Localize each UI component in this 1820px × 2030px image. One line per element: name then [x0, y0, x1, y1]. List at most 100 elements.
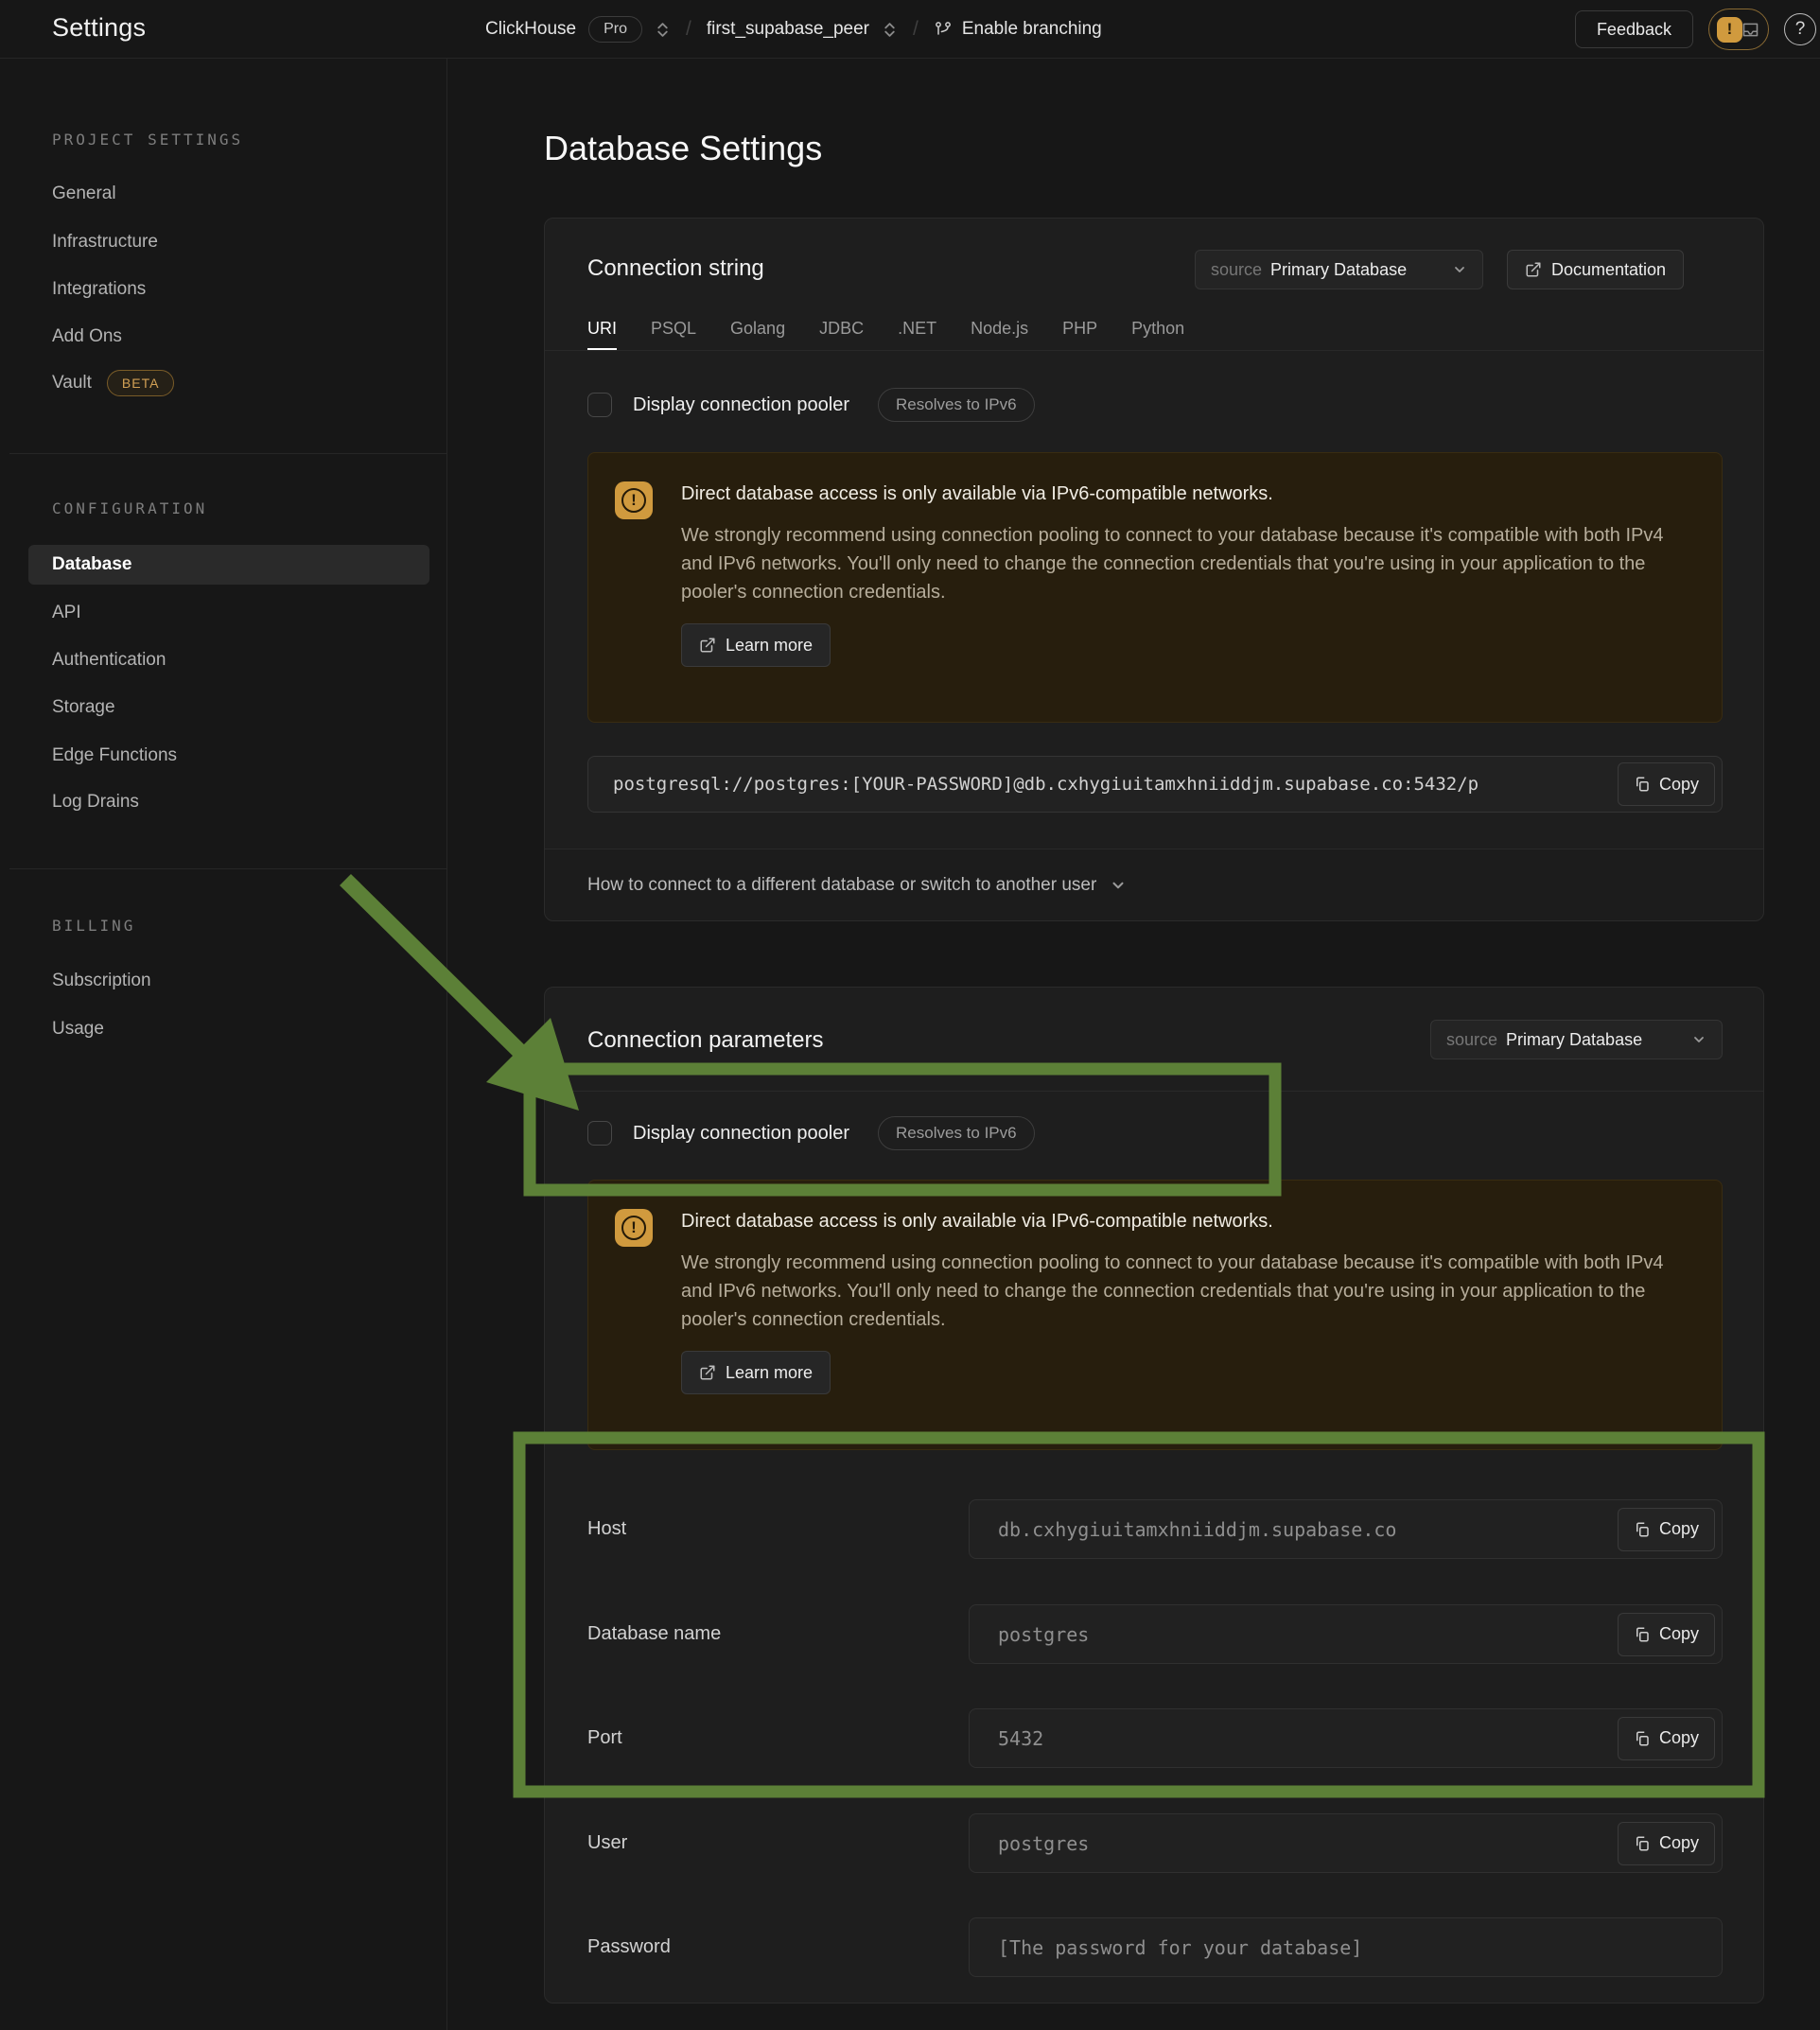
param-value: postgres — [970, 1832, 1618, 1855]
param-label: User — [587, 1832, 969, 1854]
param-label: Port — [587, 1727, 969, 1749]
sidebar-item-label: Add Ons — [52, 326, 122, 347]
warning-body: We strongly recommend using connection p… — [681, 521, 1688, 606]
sidebar-item-infrastructure[interactable]: Infrastructure — [52, 228, 158, 256]
page-header-title: Settings — [52, 13, 146, 43]
sidebar-item-label: API — [52, 603, 81, 623]
tab-jdbc[interactable]: JDBC — [819, 308, 864, 350]
pooler-toggle-row: Display connection pooler Resolves to IP… — [587, 1112, 1035, 1154]
help-button[interactable]: ? — [1784, 13, 1816, 45]
sidebar-item-edge-functions[interactable]: Edge Functions — [52, 742, 177, 770]
learn-more-button[interactable]: Learn more — [681, 1351, 831, 1394]
learn-more-button[interactable]: Learn more — [681, 623, 831, 667]
sidebar-item-label: Storage — [52, 697, 115, 718]
display-connection-pooler-checkbox[interactable] — [587, 393, 612, 417]
param-field: postgres Copy — [969, 1604, 1723, 1664]
alert-icon: ! — [1717, 17, 1742, 43]
sidebar-item-vault[interactable]: Vault BETA — [52, 369, 174, 397]
ipv6-warning-panel: ! Direct database access is only availab… — [587, 452, 1723, 723]
sidebar-item-label: Infrastructure — [52, 232, 158, 253]
top-bar: Settings ClickHouse Pro / first_supabase… — [0, 0, 1820, 59]
card-title: Connection string — [587, 255, 764, 282]
sidebar-item-authentication[interactable]: Authentication — [52, 646, 166, 674]
feedback-button[interactable]: Feedback — [1575, 10, 1693, 48]
sidebar-item-add-ons[interactable]: Add Ons — [52, 323, 122, 351]
sidebar-item-log-drains[interactable]: Log Drains — [52, 788, 139, 816]
param-label: Host — [587, 1518, 969, 1540]
top-bar-actions: Feedback ! ? — [1575, 0, 1820, 59]
external-link-icon — [699, 637, 716, 654]
connection-parameters-card: Connection parameters source Primary Dat… — [544, 987, 1764, 2004]
warning-title: Direct database access is only available… — [681, 1207, 1688, 1235]
learn-more-label: Learn more — [726, 636, 813, 656]
connection-string-value: postgresql://postgres:[YOUR-PASSWORD]@db… — [588, 774, 1618, 795]
sidebar-item-label: Edge Functions — [52, 745, 177, 766]
tab-nodejs[interactable]: Node.js — [971, 308, 1028, 350]
ipv6-warning-panel: ! Direct database access is only availab… — [587, 1180, 1723, 1450]
param-field: [The password for your database] — [969, 1917, 1723, 1977]
sidebar-item-general[interactable]: General — [52, 180, 116, 208]
settings-sidebar: PROJECT SETTINGS General Infrastructure … — [0, 59, 447, 2030]
tab-uri[interactable]: URI — [587, 308, 617, 350]
tab-dotnet[interactable]: .NET — [898, 308, 936, 350]
git-branch-icon — [934, 20, 953, 39]
param-row-user: User postgres Copy — [587, 1813, 1723, 1873]
app-window: Settings ClickHouse Pro / first_supabase… — [0, 0, 1820, 2030]
sidebar-divider — [9, 453, 446, 454]
documentation-button[interactable]: Documentation — [1507, 250, 1684, 289]
connection-string-card: Connection string source Primary Databas… — [544, 218, 1764, 921]
copy-label: Copy — [1659, 1833, 1699, 1853]
tab-python[interactable]: Python — [1131, 308, 1184, 350]
warning-title: Direct database access is only available… — [681, 480, 1688, 508]
sidebar-item-database[interactable]: Database — [28, 545, 429, 585]
connection-string-field: postgresql://postgres:[YOUR-PASSWORD]@db… — [587, 756, 1723, 813]
tab-php[interactable]: PHP — [1062, 308, 1097, 350]
sidebar-item-integrations[interactable]: Integrations — [52, 275, 146, 304]
card-divider — [545, 1091, 1763, 1092]
external-link-icon — [1525, 261, 1542, 278]
source-label: source — [1446, 1030, 1497, 1050]
copy-icon — [1634, 1730, 1651, 1747]
breadcrumb-project[interactable]: first_supabase_peer — [707, 19, 869, 40]
tab-psql[interactable]: PSQL — [651, 308, 696, 350]
warning-body: We strongly recommend using connection p… — [681, 1249, 1688, 1334]
connection-string-tabs: URI PSQL Golang JDBC .NET Node.js PHP Py… — [545, 308, 1763, 351]
source-dropdown[interactable]: source Primary Database — [1195, 250, 1483, 289]
pooler-toggle-row: Display connection pooler Resolves to IP… — [587, 384, 1035, 426]
warning-icon: ! — [615, 1209, 653, 1247]
copy-button[interactable]: Copy — [1618, 1822, 1715, 1865]
warning-text: Direct database access is only available… — [681, 1207, 1688, 1394]
source-dropdown[interactable]: source Primary Database — [1430, 1020, 1723, 1059]
copy-label: Copy — [1659, 1519, 1699, 1539]
ipv6-badge: Resolves to IPv6 — [878, 388, 1035, 422]
copy-button[interactable]: Copy — [1618, 762, 1715, 806]
sidebar-item-subscription[interactable]: Subscription — [52, 967, 151, 995]
sidebar-divider — [9, 868, 446, 869]
sidebar-section-configuration: CONFIGURATION — [52, 499, 207, 517]
chevron-down-icon — [1691, 1032, 1706, 1047]
param-field: postgres Copy — [969, 1813, 1723, 1873]
sidebar-item-storage[interactable]: Storage — [52, 693, 115, 722]
copy-button[interactable]: Copy — [1618, 1717, 1715, 1760]
source-label: source — [1211, 260, 1262, 280]
inbox-icon — [1741, 20, 1760, 40]
param-value: [The password for your database] — [970, 1936, 1722, 1959]
breadcrumb-org[interactable]: ClickHouse — [485, 19, 576, 40]
org-selector-icon[interactable] — [655, 22, 671, 38]
ipv6-badge: Resolves to IPv6 — [878, 1116, 1035, 1150]
copy-button[interactable]: Copy — [1618, 1613, 1715, 1656]
sidebar-item-api[interactable]: API — [52, 599, 81, 627]
notifications-button[interactable]: ! — [1708, 9, 1769, 50]
sidebar-item-usage[interactable]: Usage — [52, 1015, 104, 1043]
connect-help-expander[interactable]: How to connect to a different database o… — [545, 849, 1763, 920]
tab-golang[interactable]: Golang — [730, 308, 785, 350]
copy-button[interactable]: Copy — [1618, 1508, 1715, 1551]
warning-icon: ! — [615, 481, 653, 519]
project-selector-icon[interactable] — [882, 22, 898, 38]
documentation-label: Documentation — [1551, 260, 1666, 280]
param-label: Password — [587, 1936, 969, 1958]
param-value: db.cxhygiuitamxhniiddjm.supabase.co — [970, 1518, 1618, 1541]
chevron-down-icon — [1452, 262, 1467, 277]
display-connection-pooler-checkbox[interactable] — [587, 1121, 612, 1146]
enable-branching-item[interactable]: Enable branching — [934, 19, 1102, 40]
